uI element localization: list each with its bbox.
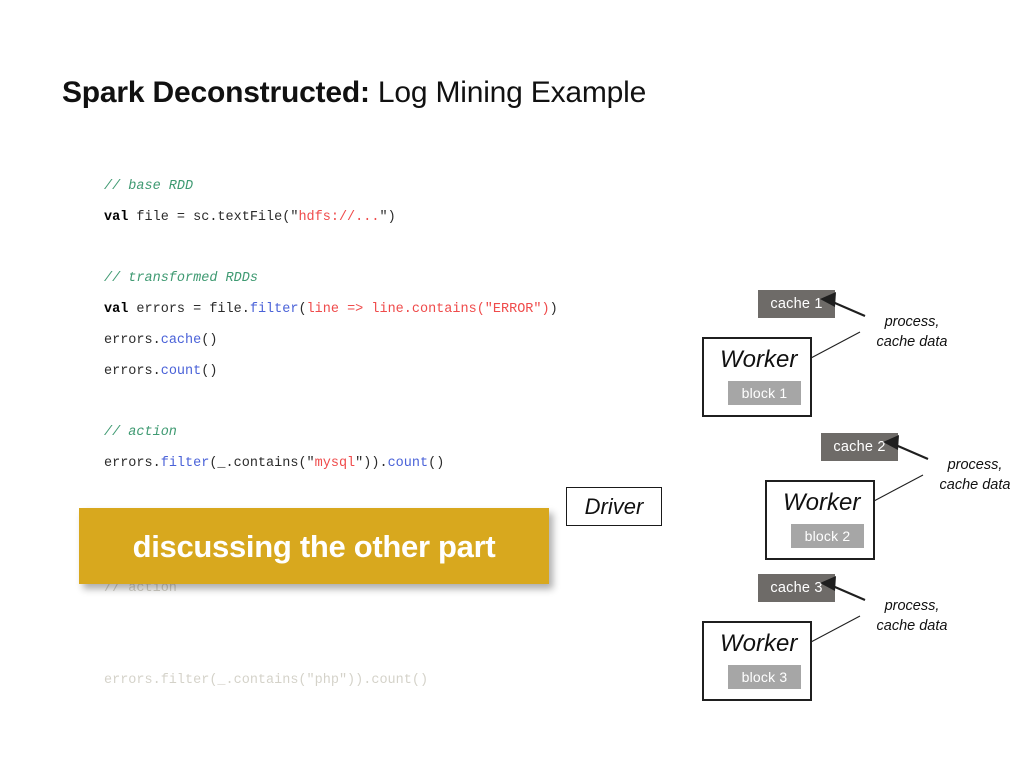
block-label: block 2 (804, 528, 851, 544)
code-token: () (428, 456, 445, 472)
worker-label: Worker (783, 489, 861, 516)
process-label-line-1: process, (947, 457, 1003, 473)
code-token: () (201, 332, 218, 348)
code-token: () (201, 363, 218, 379)
code-line-errors-filter-mysql: errors.filter(_.contains("mysql")).count… (104, 449, 704, 480)
cache-box-2: cache 2 (821, 433, 898, 461)
block-box-2: block 2 (791, 524, 864, 548)
code-token: count (387, 456, 429, 472)
code-token: ")). (355, 456, 388, 472)
process-label-line-2: cache data (939, 477, 1011, 493)
code-line-val-errors: val errors = file.filter(line => line.co… (104, 295, 704, 326)
worker-box-1: Worker block 1 (702, 337, 812, 417)
code-line-comment-action: // action (104, 418, 704, 449)
process-label-line-2: cache data (876, 618, 948, 634)
process-cache-label-1: process, cache data (852, 312, 972, 352)
code-line-val-file: val file = sc.textFile("hdfs://...") (104, 203, 704, 234)
block-box-3: block 3 (728, 665, 801, 689)
page-title-light: Log Mining Example (369, 76, 647, 109)
code-token: errors. (104, 332, 161, 348)
code-token: count (160, 363, 202, 379)
code-line-blank-2 (104, 388, 704, 419)
process-cache-label-3: process, cache data (852, 596, 972, 636)
code-token: mysql (314, 456, 356, 472)
slide-canvas: Spark Deconstructed: Log Mining Example … (0, 0, 1024, 768)
code-token: ") (379, 209, 396, 225)
worker-box-3: Worker block 3 (702, 621, 812, 701)
process-label-line-1: process, (884, 314, 940, 330)
code-line-errors-count: errors.count() (104, 357, 704, 388)
code-token: hdfs://... (298, 209, 380, 225)
worker-group-1: cache 1 Worker block 1 process, cache da… (702, 290, 1024, 420)
code-block: // base RDD val file = sc.textFile("hdfs:… (104, 172, 704, 480)
code-token: errors. (104, 363, 161, 379)
code-line-comment-transformed: // transformed RDDs (104, 264, 704, 295)
worker-box-2: Worker block 2 (765, 480, 875, 560)
block-label: block 3 (741, 669, 788, 685)
code-token: // transformed RDDs (104, 271, 258, 287)
highlight-callout-text: discussing the other part (132, 528, 496, 564)
block-label: block 1 (741, 385, 788, 401)
cache-box-3: cache 3 (758, 574, 835, 602)
code-token: file = sc.textFile(" (128, 209, 299, 225)
code-line-blank-1 (104, 234, 704, 265)
code-token: (_.contains(" (209, 456, 315, 472)
worker-label: Worker (720, 630, 798, 657)
block-box-1: block 1 (728, 381, 801, 405)
code-token: // action (104, 425, 177, 441)
cache-box-1: cache 1 (758, 290, 835, 318)
process-label-line-2: cache data (876, 334, 948, 350)
worker-label: Worker (720, 346, 798, 373)
code-token: filter (160, 456, 210, 472)
cache-label: cache 1 (770, 295, 823, 312)
code-token: ( (298, 302, 307, 318)
page-title-bold: Spark Deconstructed: (62, 76, 370, 109)
cache-label: cache 2 (833, 438, 886, 455)
code-token: errors. (104, 456, 161, 472)
obscured-code-line: errors.filter(_.contains("php")).count() (104, 672, 429, 688)
cache-label: cache 3 (770, 579, 823, 596)
code-line-comment-base-rdd: // base RDD (104, 172, 704, 203)
code-token: cache (160, 332, 202, 348)
process-label-line-1: process, (884, 598, 940, 614)
page-title: Spark Deconstructed: Log Mining Example (62, 76, 646, 110)
code-token: val (104, 209, 129, 225)
code-token: errors = file. (128, 302, 250, 318)
worker-group-2: cache 2 Worker block 2 process, cache da… (765, 433, 1024, 563)
code-token: line => line.contains("ERROR") (306, 302, 550, 318)
process-cache-label-2: process, cache data (915, 455, 1024, 495)
code-token: val (104, 302, 129, 318)
code-token: ) (549, 302, 558, 318)
code-line-errors-cache: errors.cache() (104, 326, 704, 357)
code-token: // base RDD (104, 179, 194, 194)
highlight-callout-box: discussing the other part (79, 508, 549, 584)
worker-group-3: cache 3 Worker block 3 process, cache da… (702, 574, 1024, 704)
code-token: filter (249, 302, 299, 318)
